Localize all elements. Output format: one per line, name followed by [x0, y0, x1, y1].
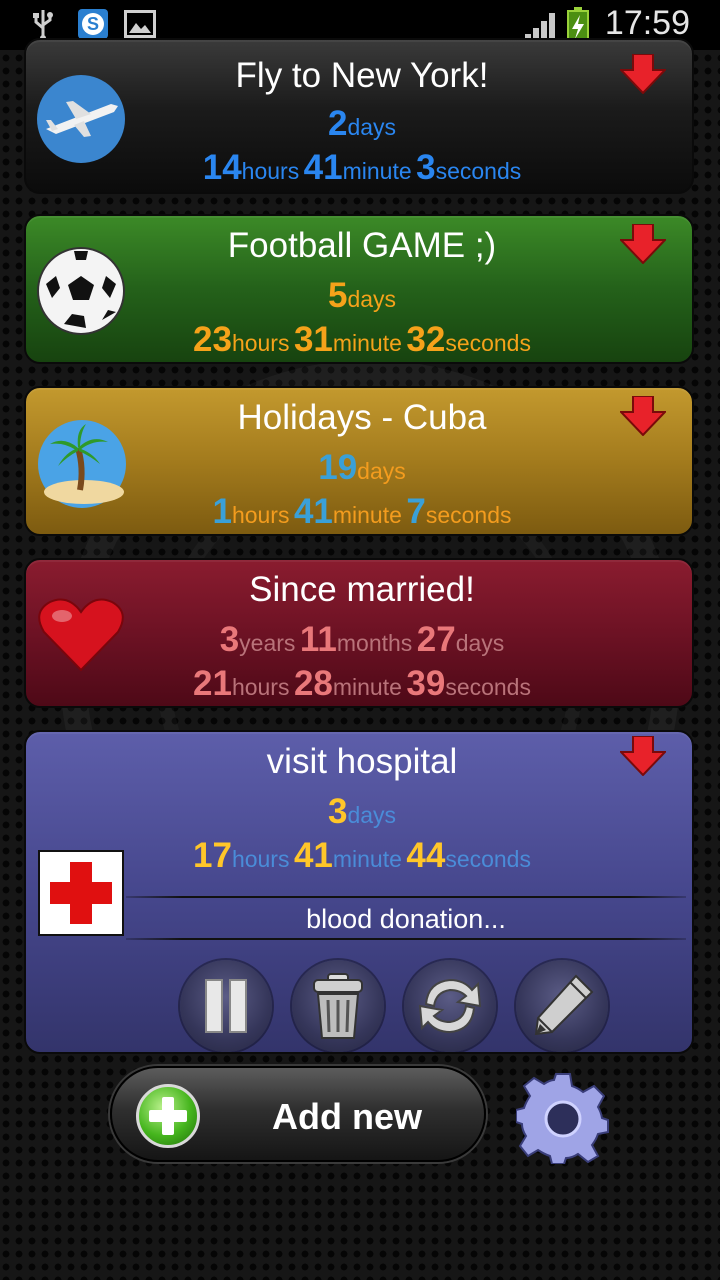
soccer-ball-icon: [37, 247, 125, 335]
event-card-since-married[interactable]: Since married! 3years 11months 27days 21…: [24, 558, 694, 708]
countdown-time: 17hours 41minute 44seconds: [193, 836, 531, 875]
heart-icon: [38, 598, 124, 672]
image-icon: [124, 10, 156, 38]
countdown-date: 3years 11months 27days: [219, 620, 505, 659]
add-new-button[interactable]: Add new: [110, 1066, 486, 1162]
event-title: visit hospital: [266, 742, 458, 781]
divider: [126, 896, 686, 898]
delete-button[interactable]: [292, 960, 384, 1052]
arrow-down-icon[interactable]: [620, 54, 666, 94]
add-new-label: Add new: [272, 1096, 422, 1137]
trash-icon: [313, 973, 363, 1039]
event-card-visit-hospital[interactable]: visit hospital 3days 17hours 41minute 44…: [24, 730, 694, 1054]
plus-icon: [136, 1084, 200, 1148]
event-card-football-game[interactable]: Football GAME ;) 5days 23hours 31minute …: [24, 214, 694, 364]
arrow-down-icon[interactable]: [620, 396, 666, 436]
event-note: blood donation...: [306, 904, 506, 934]
countdown-time: 21hours 28minute 39seconds: [193, 664, 531, 703]
pause-icon: [205, 979, 247, 1033]
event-card-holidays-cuba[interactable]: Holidays - Cuba 19days 1hours 41minute 7…: [24, 386, 694, 536]
airplane-icon: [37, 75, 125, 163]
settings-gear-icon[interactable]: [516, 1070, 610, 1164]
edit-button[interactable]: [516, 960, 608, 1052]
reset-button[interactable]: [404, 960, 496, 1052]
arrow-down-icon[interactable]: [620, 224, 666, 264]
skype-icon: S: [78, 9, 108, 39]
countdown-days: 3days: [327, 792, 397, 831]
arrow-down-icon[interactable]: [620, 736, 666, 776]
usb-icon: [33, 10, 53, 41]
divider: [126, 938, 686, 940]
event-card-fly-to-new-york[interactable]: Fly to New York! 2days 14hours 41minute …: [24, 38, 694, 194]
event-title: Since married!: [249, 570, 475, 609]
pause-button[interactable]: [180, 960, 272, 1052]
edit-pencil-icon: [534, 974, 594, 1036]
red-cross-icon: [38, 850, 124, 936]
refresh-icon: [418, 978, 482, 1034]
palm-island-icon: [38, 420, 126, 508]
